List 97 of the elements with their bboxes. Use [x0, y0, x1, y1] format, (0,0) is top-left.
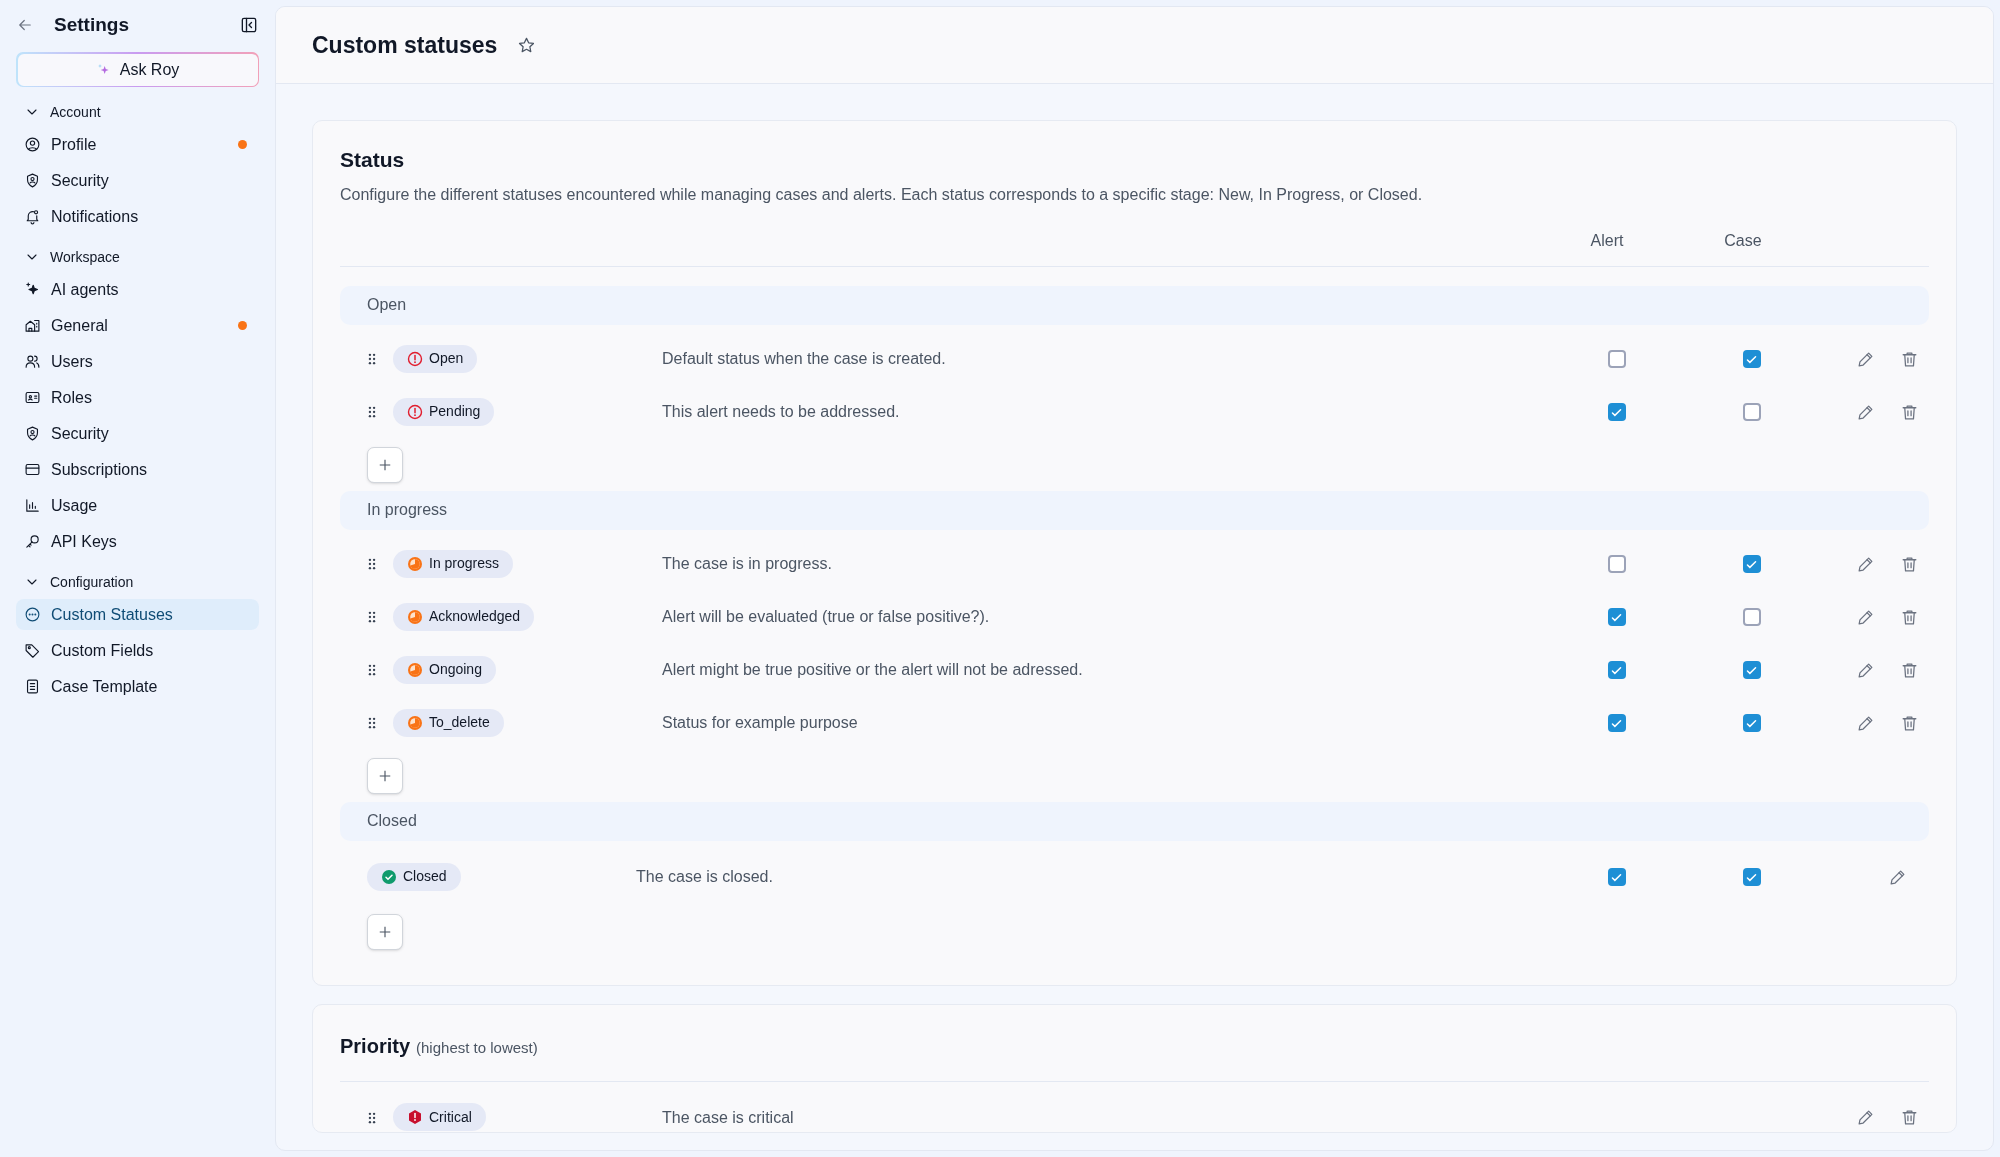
add-button[interactable] — [367, 913, 403, 950]
status-chip: Open — [393, 344, 478, 373]
group-header: Open — [340, 285, 1929, 325]
sidebar-title: Settings — [54, 12, 130, 37]
document-icon — [24, 678, 41, 695]
sidebar-item[interactable]: AI agents — [16, 274, 259, 305]
checkbox[interactable] — [1742, 555, 1761, 573]
checkbox[interactable] — [1607, 608, 1626, 626]
checkbox[interactable] — [1742, 350, 1761, 368]
id-card-icon — [24, 389, 41, 406]
plus-icon — [378, 768, 392, 783]
critical-hexagon-icon — [407, 1109, 423, 1125]
progress-circle-icon — [407, 661, 423, 678]
status-description: Default status when the case is created. — [662, 349, 947, 369]
trash-icon[interactable] — [1900, 1108, 1919, 1127]
user-circle-icon — [24, 136, 41, 153]
sidebar-item[interactable]: Notifications — [16, 201, 259, 232]
card-title: Status — [340, 147, 406, 173]
add-button[interactable] — [367, 757, 403, 794]
checkbox[interactable] — [1742, 403, 1761, 421]
page-title: Custom statuses — [312, 30, 498, 60]
section-heading: Workspace — [50, 247, 120, 267]
drag-handle-icon[interactable] — [367, 352, 377, 366]
status-chip: Pending — [393, 397, 495, 426]
check-circle-icon — [381, 868, 397, 885]
checkbox[interactable] — [1742, 608, 1761, 626]
progress-circle-icon — [407, 555, 423, 572]
status-description: The case is closed. — [636, 867, 774, 887]
sidebar-item[interactable]: Users — [16, 346, 259, 377]
dots-circle-icon — [24, 606, 41, 623]
plus-icon — [378, 457, 392, 472]
users-icon — [24, 353, 41, 370]
status-chip: Acknowledged — [393, 602, 535, 631]
checkbox[interactable] — [1742, 714, 1761, 732]
card-description: Configure the different statuses encountered while managing cases and alerts. Each status corresponds to a specific stage: New, In Progress, or Closed. — [340, 184, 1424, 205]
shield-icon — [24, 425, 41, 442]
status-description: Status for example purpose — [662, 713, 859, 733]
checkbox[interactable] — [1742, 868, 1761, 886]
section-heading: Account — [50, 102, 101, 122]
card-title: Priority — [340, 1033, 411, 1059]
checkbox[interactable] — [1607, 868, 1626, 886]
checkbox[interactable] — [1742, 661, 1761, 679]
group-header: Closed — [340, 801, 1929, 841]
sidebar-item[interactable]: General — [16, 310, 259, 341]
sidebar-item[interactable]: Usage — [16, 490, 259, 521]
checkbox[interactable] — [1607, 555, 1626, 573]
card-subtitle: (highest to lowest) — [416, 1037, 538, 1058]
status-chip: To_delete — [393, 708, 504, 737]
drag-handle-icon[interactable] — [367, 1110, 377, 1125]
drag-handle-icon[interactable] — [367, 716, 377, 730]
drag-handle-icon[interactable] — [367, 663, 377, 677]
credit-card-icon — [24, 461, 41, 478]
add-button[interactable] — [367, 446, 403, 483]
tag-icon — [24, 642, 41, 659]
sidebar-item[interactable]: Custom Fields — [16, 635, 259, 666]
status-description: This alert needs to be addressed. — [662, 402, 901, 422]
plus-icon — [378, 924, 392, 939]
status-chip: Ongoing — [393, 655, 496, 684]
alert-circle-icon — [407, 403, 423, 420]
status-chip: In progress — [393, 549, 514, 578]
sidebar-item[interactable]: Subscriptions — [16, 454, 259, 485]
column-header: Alert — [1589, 231, 1625, 251]
ask-button[interactable]: Ask Roy — [17, 53, 258, 86]
drag-handle-icon[interactable] — [367, 557, 377, 571]
star-icon[interactable] — [517, 35, 537, 55]
sidebar-item[interactable]: Security — [16, 418, 259, 449]
bar-chart-icon — [24, 497, 41, 514]
sidebar-item[interactable]: Security — [16, 165, 259, 196]
alert-circle-icon — [407, 350, 423, 367]
status-chip: Closed — [367, 862, 461, 891]
shield-icon — [24, 172, 41, 189]
drag-handle-icon[interactable] — [367, 405, 377, 419]
checkbox[interactable] — [1607, 403, 1626, 421]
section-heading: Configuration — [50, 572, 134, 592]
sidebar-item[interactable]: Profile — [16, 129, 259, 160]
checkbox[interactable] — [1607, 714, 1626, 732]
pencil-icon[interactable] — [1856, 1108, 1875, 1127]
priority-description: The case is critical — [662, 1107, 795, 1128]
group-header: In progress — [340, 490, 1929, 530]
progress-circle-icon — [407, 608, 423, 625]
key-icon — [24, 533, 41, 550]
sidebar-item[interactable]: Roles — [16, 382, 259, 413]
sidebar-item[interactable]: Custom Statuses — [16, 599, 259, 630]
collapse-sidebar-icon[interactable] — [239, 15, 259, 35]
status-chip: Critical — [393, 1103, 486, 1131]
building-icon — [24, 317, 41, 334]
checkbox[interactable] — [1607, 350, 1626, 368]
column-header: Case — [1723, 231, 1763, 251]
checkbox[interactable] — [1607, 661, 1626, 679]
sidebar-item[interactable]: Case Template — [16, 671, 259, 702]
status-description: The case is in progress. — [662, 554, 833, 574]
progress-circle-icon — [407, 714, 423, 731]
status-description: Alert will be evaluated (true or false positive?). — [662, 607, 991, 627]
sidebar-item[interactable]: API Keys — [16, 526, 259, 557]
status-description: Alert might be true positive or the alert will not be adressed. — [662, 660, 1084, 680]
bell-icon — [24, 208, 41, 225]
drag-handle-icon[interactable] — [367, 610, 377, 624]
